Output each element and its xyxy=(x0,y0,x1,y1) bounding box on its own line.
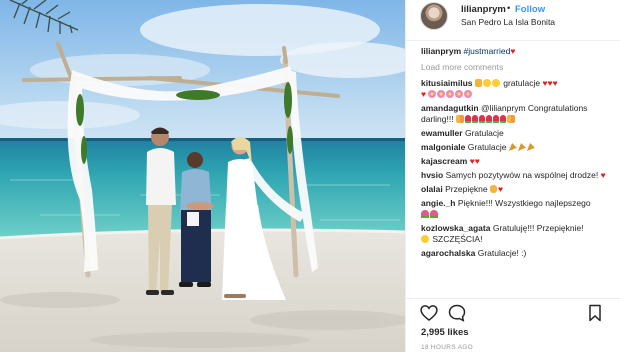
post-header: lilianprym • Follow San Pedro La Isla Bo… xyxy=(406,0,620,41)
comment-username[interactable]: kitusiaimilus xyxy=(421,78,473,88)
raised-hand-emoji-icon xyxy=(490,185,498,193)
smiling-face-emoji-icon xyxy=(421,235,429,243)
load-more-comments-button[interactable]: Load more comments xyxy=(421,62,617,73)
bouquet-emoji-icon xyxy=(430,210,438,218)
follow-button[interactable]: Follow xyxy=(515,4,545,15)
party-popper-emoji-icon xyxy=(517,143,526,151)
likes-count[interactable]: 2,995 likes xyxy=(421,327,469,338)
header-username[interactable]: lilianprym xyxy=(461,4,506,15)
comment-item: kozlowska_agata Gratuluję!!! Przepięknie… xyxy=(421,223,617,245)
couple-emoji-icon xyxy=(455,115,464,123)
comment-text: Przepiękne xyxy=(445,184,488,194)
heart-emoji-icon: ♥ xyxy=(498,184,504,194)
comment-item: ewamuller Gratulacje xyxy=(421,128,617,139)
instagram-post: lilianprym • Follow San Pedro La Isla Bo… xyxy=(0,0,620,352)
grinning-face-emoji-icon xyxy=(482,79,491,87)
comment-item: malgoniale Gratulacje xyxy=(421,142,617,153)
cherry-blossom-emoji-icon xyxy=(464,90,473,98)
cherry-blossom-emoji-icon xyxy=(455,90,464,98)
comment-item: angie._h Pięknie!!! Wszystkiego najlepsz… xyxy=(421,198,617,220)
comment-item: agarochalska Gratulacje! :) xyxy=(421,248,617,259)
post-photo[interactable] xyxy=(0,0,405,352)
post-timestamp[interactable]: 18 HOURS AGO xyxy=(421,344,473,351)
comment-item: olalai Przepiękne ♥ xyxy=(421,184,617,195)
comment-item: kitusiaimilus gratulacje ♥♥♥ ♥ xyxy=(421,78,617,100)
comment-username[interactable]: ewamuller xyxy=(421,128,463,138)
thumbs-up-emoji-icon xyxy=(474,79,482,87)
heart-emoji-icon: ♥ xyxy=(600,170,606,180)
comment-text: Gratulacje xyxy=(464,128,504,138)
couple-emoji-icon xyxy=(506,115,515,123)
caption-text[interactable]: #justmarried xyxy=(464,46,511,56)
caption-username[interactable]: lilianprym xyxy=(421,46,461,56)
post-caption: lilianprym #justmarried♥ xyxy=(421,46,617,57)
comment-username[interactable]: kajascream xyxy=(421,156,467,166)
comment-username[interactable]: angie._h xyxy=(421,198,455,208)
cherry-blossom-emoji-icon xyxy=(446,90,455,98)
heart-emoji-icon: ♥♥♥ xyxy=(542,78,558,88)
avatar[interactable] xyxy=(420,2,448,30)
location-link[interactable]: San Pedro La Isla Bonita xyxy=(461,17,555,27)
comment-text: Samych pozytywów na wspólnej drodze! xyxy=(445,170,599,180)
bookmark-icon[interactable] xyxy=(585,303,605,323)
comment-item: amandagutkin @lilianprym Congratulations… xyxy=(421,103,617,125)
speech-bubble-icon[interactable] xyxy=(447,303,467,323)
rose-emoji-icon xyxy=(499,115,506,123)
comment-username[interactable]: agarochalska xyxy=(421,248,475,258)
heart-emoji-icon: ♥♥ xyxy=(469,156,480,166)
comment-username[interactable]: malgoniale xyxy=(421,142,465,152)
comment-item: hvsio Samych pozytywów na wspólnej drodz… xyxy=(421,170,617,181)
rose-emoji-icon xyxy=(471,115,478,123)
wedding-beach-image xyxy=(0,0,405,352)
comment-text: Gratulacje xyxy=(467,142,507,152)
post-side-panel: lilianprym • Follow San Pedro La Isla Bo… xyxy=(405,0,620,352)
party-popper-emoji-icon xyxy=(526,143,535,151)
comment-item: kajascream ♥♥ xyxy=(421,156,617,167)
comment-text: gratulacje xyxy=(503,78,541,88)
comment-username[interactable]: kozlowska_agata xyxy=(421,223,490,233)
comment-text: Gratuluję!!! Przepięknie! xyxy=(492,223,584,233)
smiling-face-emoji-icon xyxy=(491,79,500,87)
rose-emoji-icon xyxy=(478,115,485,123)
comment-text: Gratulacje! :) xyxy=(477,248,527,258)
comment-text: Pięknie!!! Wszystkiego najlepszego xyxy=(457,198,591,208)
officiant-figure xyxy=(179,152,212,287)
comments-list[interactable]: lilianprym #justmarried♥ Load more comme… xyxy=(421,46,617,298)
rose-emoji-icon xyxy=(485,115,492,123)
heart-emoji-icon: ♥ xyxy=(510,46,516,56)
bouquet-emoji-icon xyxy=(421,210,429,218)
comment-username[interactable]: hvsio xyxy=(421,170,443,180)
header-separator: • xyxy=(507,3,511,14)
cherry-blossom-emoji-icon xyxy=(437,90,446,98)
heart-outline-icon[interactable] xyxy=(419,303,439,323)
comment-username[interactable]: olalai xyxy=(421,184,443,194)
cherry-blossom-emoji-icon xyxy=(428,90,437,98)
post-actions: 2,995 likes 18 HOURS AGO xyxy=(406,298,620,352)
comment-username[interactable]: amandagutkin xyxy=(421,103,479,113)
heart-emoji-icon: ♥ xyxy=(421,89,427,99)
comment-text-2: SZCZĘŚCIA! xyxy=(432,234,483,244)
rose-emoji-icon xyxy=(464,115,471,123)
party-popper-emoji-icon xyxy=(508,143,517,151)
rose-emoji-icon xyxy=(492,115,499,123)
